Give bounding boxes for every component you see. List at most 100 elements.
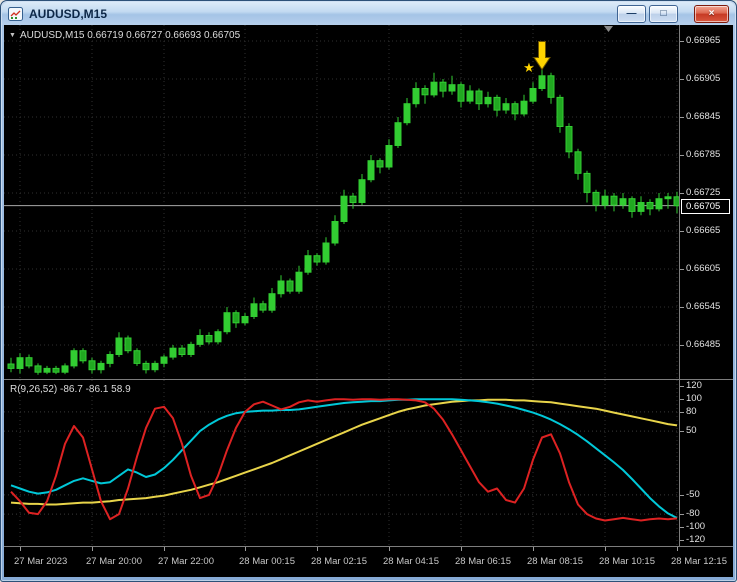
time-tick <box>533 547 534 551</box>
candle-body <box>16 357 24 370</box>
close-button[interactable]: × <box>694 4 729 23</box>
indicator-tick <box>680 527 684 528</box>
candle-body <box>151 362 159 371</box>
candle-body <box>25 357 33 367</box>
time-scale[interactable]: 27 Mar 2023 27 Mar 20:00 27 Mar 22:00 28 Ma… <box>4 547 733 577</box>
time-tick <box>245 547 246 551</box>
candle-body <box>565 126 573 153</box>
candle-body <box>412 88 420 105</box>
window-title: AUDUSD,M15 <box>29 6 108 21</box>
maximize-button[interactable]: □ <box>649 4 678 23</box>
candle-body <box>655 198 663 210</box>
candle-body <box>187 343 195 355</box>
candle-body <box>169 347 177 358</box>
candle-body <box>376 160 384 168</box>
title-bar[interactable]: AUDUSD,M15 — □ × <box>2 2 735 25</box>
indicator-scale-label: -50 <box>686 489 700 500</box>
time-tick <box>92 547 93 551</box>
candle-body <box>52 367 60 373</box>
price-tick <box>680 117 684 118</box>
price-tick <box>680 231 684 232</box>
oscillator-chart[interactable] <box>4 380 679 546</box>
candle-body <box>592 191 600 206</box>
oscillator-slow-line <box>10 398 678 506</box>
candle-body <box>178 347 186 356</box>
oscillator-fast-line <box>10 398 678 522</box>
candle-body <box>61 365 69 373</box>
one-click-trading-toggle-icon[interactable]: ▼ <box>9 32 16 39</box>
candle-body <box>196 335 204 345</box>
minimize-button[interactable]: — <box>617 4 646 23</box>
candlestick-chart[interactable]: ★ <box>4 25 681 379</box>
window-controls: — □ × <box>614 4 729 23</box>
candle-body <box>43 367 51 373</box>
candle-body <box>367 160 375 181</box>
candle-body <box>349 195 357 203</box>
candle-body <box>529 88 537 102</box>
indicator-scale-label: 120 <box>686 380 702 391</box>
price-tick <box>680 269 684 270</box>
candle-body <box>637 202 645 212</box>
candle-body <box>97 362 105 371</box>
indicator-tick <box>680 399 684 400</box>
time-label: 28 Mar 08:15 <box>527 556 583 567</box>
candle-body <box>556 96 564 128</box>
candle-body <box>628 198 636 212</box>
candle-body <box>313 255 321 263</box>
candle-body <box>484 96 492 105</box>
indicator-scale-label: 80 <box>686 406 697 417</box>
time-label: 28 Mar 12:15 <box>671 556 727 567</box>
indicator-scale[interactable]: 120 100 80 50 -50 -80 -100 -120 <box>679 380 733 547</box>
indicator-tick <box>680 495 684 496</box>
indicator-label: R(9,26,52) -86.7 -86.1 58.9 <box>10 384 131 395</box>
price-scale[interactable]: 0.66965 0.66905 0.66845 0.66785 0.66725 0.666… <box>679 25 733 380</box>
sell-arrow-icon <box>533 41 551 71</box>
candle-body <box>448 84 456 92</box>
price-axis-label: 0.66545 <box>686 301 721 312</box>
price-tick <box>680 155 684 156</box>
time-tick <box>677 547 678 551</box>
time-label: 27 Mar 2023 <box>14 556 68 567</box>
time-label: 27 Mar 22:00 <box>158 556 214 567</box>
indicator-scale-label: 50 <box>686 425 697 436</box>
price-axis-label: 0.66845 <box>686 111 721 122</box>
time-label: 27 Mar 20:00 <box>86 556 142 567</box>
candle-body <box>664 196 672 200</box>
candle-body <box>538 75 546 89</box>
price-tick <box>680 79 684 80</box>
indicator-tick <box>680 514 684 515</box>
candle-body <box>268 293 276 311</box>
candle-body <box>79 350 87 362</box>
main-chart-area[interactable]: ★ ▼ AUDUSD,M15 0.66719 0.66727 0.66693 0… <box>4 25 681 380</box>
indicator-tick <box>680 412 684 413</box>
price-axis-label: 0.66785 <box>686 149 721 160</box>
candle-body <box>142 362 150 371</box>
time-tick <box>389 547 390 551</box>
candle-body <box>610 195 618 206</box>
candle-body <box>475 90 483 105</box>
candle-body <box>124 337 132 352</box>
candle-body <box>133 350 141 364</box>
candle-body <box>331 221 339 244</box>
candle-body <box>511 103 519 115</box>
time-tick <box>605 547 606 551</box>
price-tick <box>680 193 684 194</box>
candle-body <box>340 195 348 222</box>
indicator-tick <box>680 431 684 432</box>
candle-body <box>214 331 222 343</box>
price-tick <box>680 41 684 42</box>
candle-body <box>259 303 267 311</box>
time-label: 28 Mar 10:15 <box>599 556 655 567</box>
time-tick <box>164 547 165 551</box>
candle-body <box>286 280 294 292</box>
candle-body <box>241 316 249 324</box>
candle-body <box>430 81 438 96</box>
indicator-grid-layer <box>4 380 679 546</box>
candles-layer <box>7 63 681 375</box>
time-label: 28 Mar 06:15 <box>455 556 511 567</box>
price-tick <box>680 345 684 346</box>
indicator-area[interactable]: R(9,26,52) -86.7 -86.1 58.9 <box>4 380 679 547</box>
indicator-tick <box>680 540 684 541</box>
candle-body <box>88 360 96 371</box>
candle-body <box>646 202 654 210</box>
